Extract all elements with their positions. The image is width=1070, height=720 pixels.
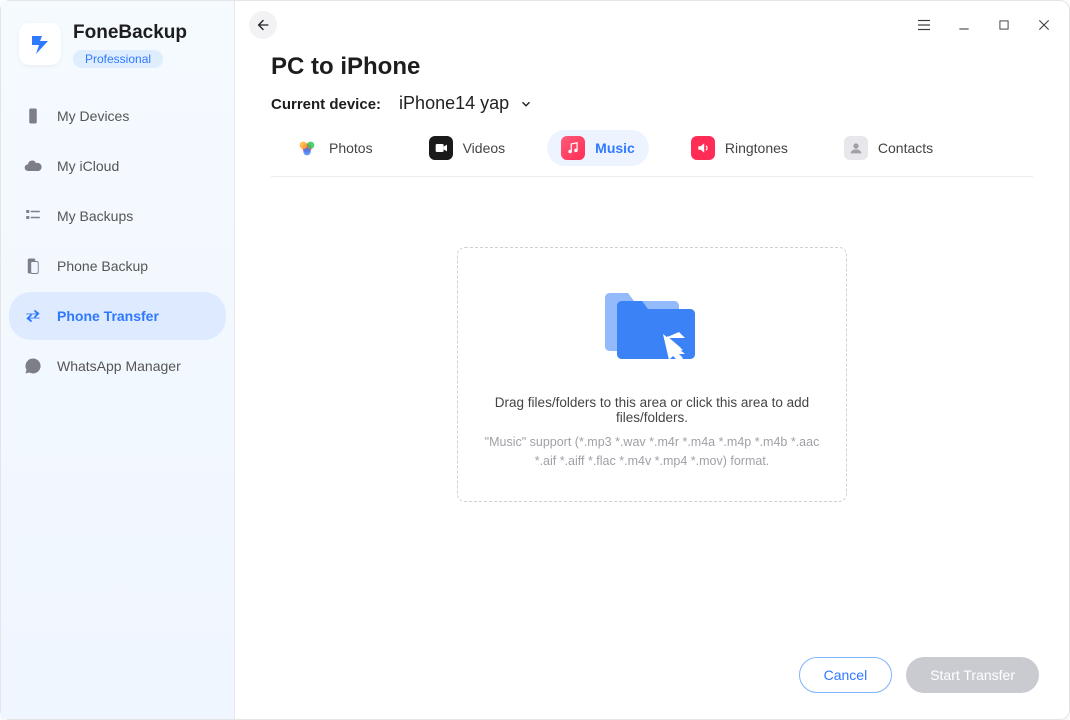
sidebar-item-label: My iCloud (57, 158, 119, 174)
content: PC to iPhone Current device: iPhone14 ya… (235, 53, 1069, 502)
close-icon (1036, 17, 1052, 33)
current-device-name: iPhone14 yap (399, 93, 509, 114)
tab-label: Photos (329, 140, 373, 156)
sidebar-item-my-backups[interactable]: My Backups (9, 192, 226, 240)
menu-button[interactable] (913, 14, 935, 36)
ringtones-icon (691, 136, 715, 160)
contacts-icon (844, 136, 868, 160)
cloud-icon (23, 156, 43, 176)
footer: Cancel Start Transfer (799, 657, 1039, 693)
sidebar-item-label: Phone Transfer (57, 308, 159, 324)
tab-label: Music (595, 140, 635, 156)
tab-label: Videos (463, 140, 506, 156)
hamburger-icon (915, 16, 933, 34)
back-button[interactable] (249, 11, 277, 39)
titlebar (235, 1, 1069, 49)
tab-label: Contacts (878, 140, 933, 156)
current-device-row: Current device: iPhone14 yap (271, 93, 1033, 114)
main: PC to iPhone Current device: iPhone14 ya… (235, 1, 1069, 719)
cancel-button[interactable]: Cancel (799, 657, 893, 693)
app-logo (19, 23, 61, 65)
category-tabs: Photos Videos Music Ringtones (271, 128, 1033, 177)
current-device-label: Current device: (271, 96, 381, 113)
tab-label: Ringtones (725, 140, 788, 156)
sidebar-item-whatsapp-manager[interactable]: WhatsApp Manager (9, 342, 226, 390)
sidebar-item-label: Phone Backup (57, 258, 148, 274)
photos-icon (295, 136, 319, 160)
dropzone-prompt: Drag files/folders to this area or click… (474, 395, 830, 425)
maximize-button[interactable] (993, 14, 1015, 36)
dropzone-support-text: "Music" support (*.mp3 *.wav *.m4r *.m4a… (482, 433, 822, 471)
sidebar-item-phone-transfer[interactable]: Phone Transfer (9, 292, 226, 340)
close-button[interactable] (1033, 14, 1055, 36)
tab-photos[interactable]: Photos (281, 130, 387, 166)
sidebar-nav: My Devices My iCloud My Backups Phone Ba… (9, 92, 226, 390)
videos-icon (429, 136, 453, 160)
sidebar: FoneBackup Professional My Devices My iC… (1, 1, 235, 719)
phone-backup-icon (23, 256, 43, 276)
tier-badge: Professional (73, 50, 163, 68)
tab-music[interactable]: Music (547, 130, 649, 166)
tab-contacts[interactable]: Contacts (830, 130, 947, 166)
music-icon (561, 136, 585, 160)
sidebar-item-my-icloud[interactable]: My iCloud (9, 142, 226, 190)
app-title: FoneBackup (73, 23, 187, 44)
folder-icon (597, 278, 707, 373)
arrow-left-icon (255, 17, 271, 33)
minimize-button[interactable] (953, 14, 975, 36)
device-icon (23, 106, 43, 126)
list-icon (23, 206, 43, 226)
start-transfer-button[interactable]: Start Transfer (906, 657, 1039, 693)
brand: FoneBackup Professional (9, 19, 226, 82)
sidebar-item-label: My Devices (57, 108, 129, 124)
current-device-select[interactable]: iPhone14 yap (399, 93, 533, 114)
dropzone[interactable]: Drag files/folders to this area or click… (457, 247, 847, 502)
chat-icon (23, 356, 43, 376)
transfer-icon (23, 306, 43, 326)
window-controls (913, 14, 1055, 36)
tab-videos[interactable]: Videos (415, 130, 520, 166)
tab-ringtones[interactable]: Ringtones (677, 130, 802, 166)
chevron-down-icon (519, 97, 533, 111)
page-title: PC to iPhone (271, 53, 1033, 81)
minimize-icon (956, 17, 972, 33)
sidebar-item-label: My Backups (57, 208, 133, 224)
maximize-icon (997, 18, 1011, 32)
sidebar-item-label: WhatsApp Manager (57, 358, 181, 374)
sidebar-item-my-devices[interactable]: My Devices (9, 92, 226, 140)
sidebar-item-phone-backup[interactable]: Phone Backup (9, 242, 226, 290)
